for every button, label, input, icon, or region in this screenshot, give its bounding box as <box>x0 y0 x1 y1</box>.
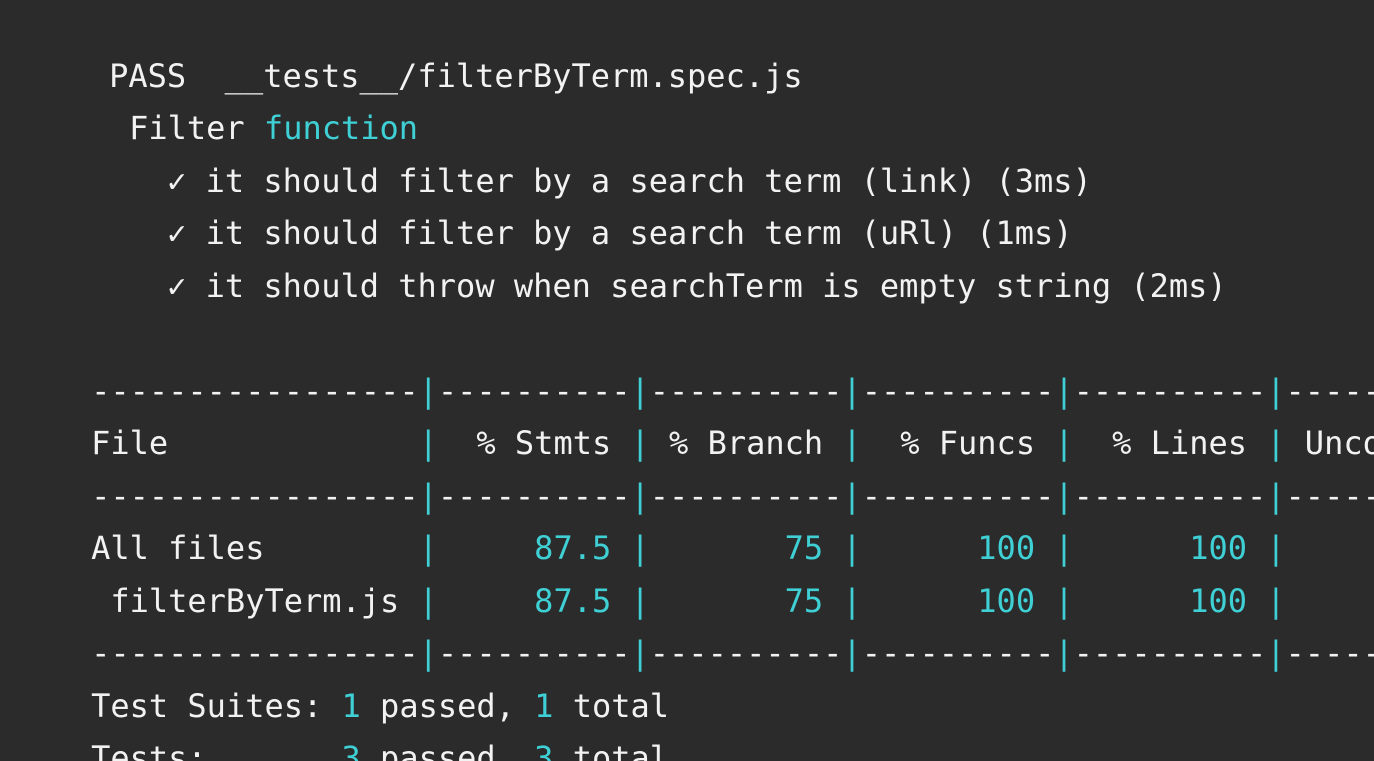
summary-tests: Tests: 3 passed, 3 total <box>14 698 669 761</box>
tests-passed-count: 3 <box>341 739 361 761</box>
check-icon: ✓ <box>167 267 187 305</box>
coverage-row-all-files: All files | 87.5 | 75 | 100 | 100 | <box>14 488 1285 567</box>
tests-passed-word: passed, <box>360 739 535 761</box>
summary-tests-label: Tests: <box>91 739 342 761</box>
test-result-row: ✓ it should filter by a search term (uRl… <box>90 173 1072 252</box>
coverage-row-filterbyterm: filterByTerm.js | 87.5 | 75 | 100 | 100 … <box>14 541 1285 620</box>
coverage-divider-mid: -----------------|----------|----------|… <box>14 436 1374 515</box>
terminal-window: PASS __tests__/filterByTerm.spec.js Filt… <box>0 0 1374 761</box>
coverage-divider-bottom: -----------------|----------|----------|… <box>14 593 1374 672</box>
test-result-row: ✓ it should filter by a search term (lin… <box>90 121 1092 200</box>
coverage-header-row: File | % Stmts | % Branch | % Funcs | % … <box>14 383 1374 462</box>
summary-suites: Test Suites: 1 passed, 1 total <box>14 646 669 725</box>
coverage-divider-top: -----------------|----------|----------|… <box>14 331 1374 410</box>
tests-total-count: 3 <box>534 739 554 761</box>
test-name: it should throw when searchTerm is empty… <box>205 267 1112 305</box>
suite-line: Filter function <box>52 68 418 147</box>
pass-line: PASS __tests__/filterByTerm.spec.js <box>32 16 803 95</box>
test-result-row: ✓ it should throw when searchTerm is emp… <box>90 226 1227 305</box>
test-time: (2ms) <box>1130 267 1227 305</box>
tests-total-word: total <box>553 739 670 761</box>
